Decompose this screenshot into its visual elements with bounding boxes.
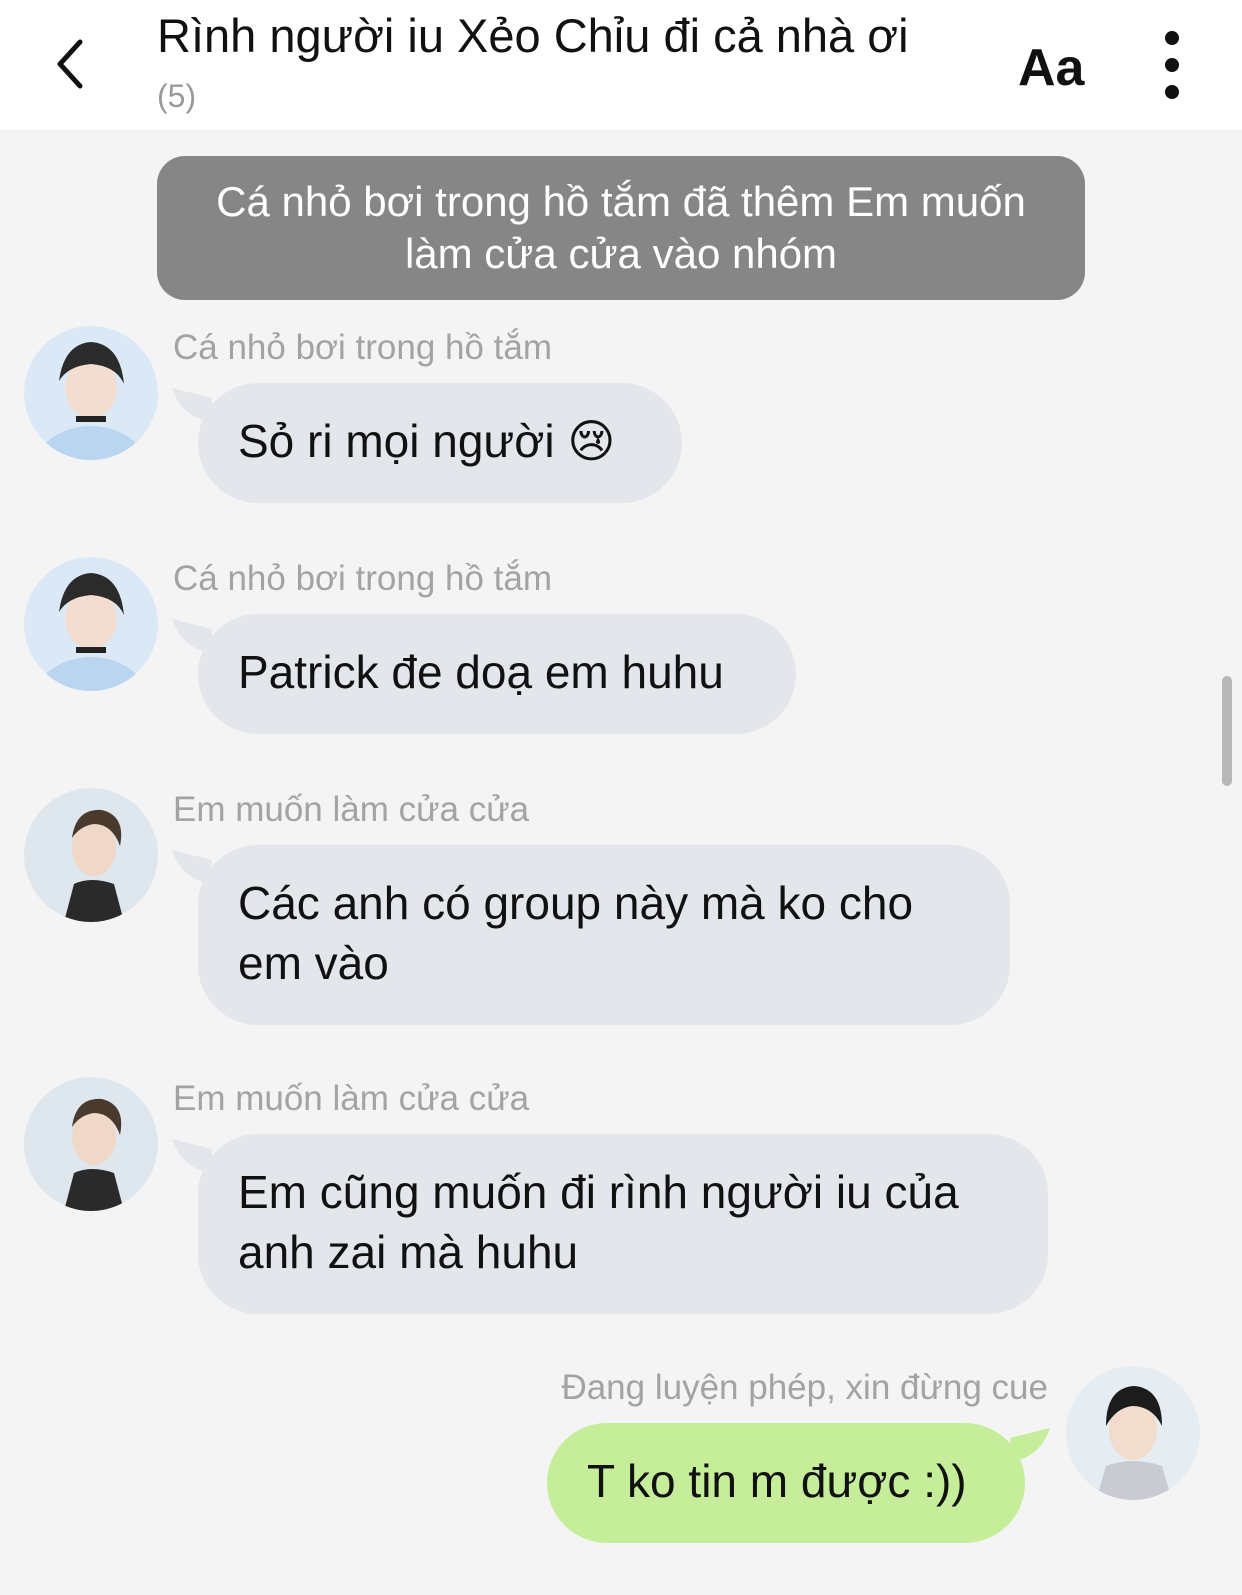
- message-bubble[interactable]: Các anh có group này mà ko cho em vào: [198, 845, 1010, 1025]
- avatar-user-icon: [24, 788, 158, 922]
- more-vertical-icon: [1165, 31, 1179, 99]
- avatar[interactable]: [1066, 1366, 1200, 1500]
- avatar[interactable]: [24, 788, 158, 922]
- chevron-left-icon: [57, 39, 83, 89]
- avatar[interactable]: [24, 557, 158, 691]
- avatar-user-icon: [24, 1077, 158, 1211]
- message-bubble-outgoing[interactable]: T ko tin m được :)): [547, 1423, 1025, 1543]
- sender-name: Em muốn làm cửa cửa: [173, 1079, 530, 1118]
- avatar-user-icon: [24, 557, 158, 691]
- more-options-button[interactable]: [1152, 30, 1192, 100]
- sender-name: Đang luyện phép, xin đừng cue: [561, 1368, 1048, 1407]
- avatar[interactable]: [24, 326, 158, 460]
- sender-name: Cá nhỏ bơi trong hồ tắm: [173, 559, 553, 598]
- avatar-user-icon: [1066, 1366, 1200, 1500]
- scrollbar[interactable]: [1222, 676, 1232, 786]
- sender-name: Em muốn làm cửa cửa: [173, 790, 530, 829]
- back-button[interactable]: [40, 34, 100, 94]
- chat-title[interactable]: Rình người iu Xẻo Chỉu đi cả nhà ơi: [157, 8, 909, 63]
- avatar[interactable]: [24, 1077, 158, 1211]
- message-bubble[interactable]: Em cũng muốn đi rình người iu của anh za…: [198, 1134, 1048, 1314]
- system-message: Cá nhỏ bơi trong hồ tắm đã thêm Em muốn …: [157, 156, 1085, 300]
- sender-name: Cá nhỏ bơi trong hồ tắm: [173, 328, 553, 367]
- font-size-button[interactable]: Aa: [1018, 38, 1084, 98]
- message-bubble[interactable]: Sỏ ri mọi người 😢: [198, 383, 682, 503]
- message-bubble[interactable]: Patrick đe doạ em huhu: [198, 614, 796, 734]
- member-count: (5): [157, 78, 197, 114]
- avatar-user-icon: [24, 326, 158, 460]
- chat-header: Rình người iu Xẻo Chỉu đi cả nhà ơi (5) …: [0, 0, 1242, 130]
